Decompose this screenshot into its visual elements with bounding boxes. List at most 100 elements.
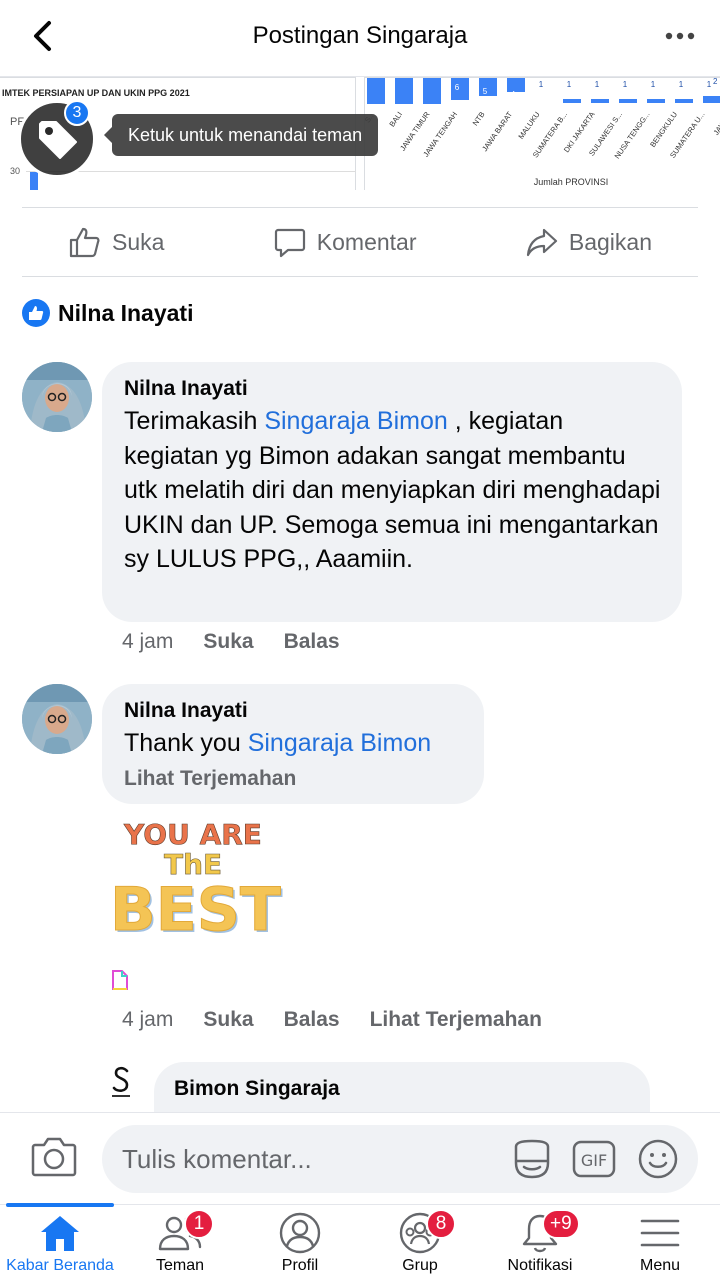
chart-bar: [591, 99, 609, 103]
see-translation-button[interactable]: Lihat Terjemahan: [370, 1008, 542, 1032]
back-button[interactable]: [22, 16, 62, 56]
chart-value-label: 1: [567, 80, 572, 89]
sticker-you-are-the-best[interactable]: YOU ARE ThE BEST BEST: [110, 812, 290, 947]
chart-value-label: 1: [623, 80, 628, 89]
chart-bar: [647, 99, 665, 103]
chart-category-label: BALI: [387, 110, 404, 128]
comment-author[interactable]: Nilna Inayati: [124, 698, 464, 724]
see-translation-link[interactable]: Lihat Terjemahan: [124, 767, 464, 791]
bimon-logo-icon: [112, 1066, 130, 1097]
camera-button[interactable]: [30, 1135, 80, 1181]
chart-bar: [507, 78, 525, 92]
chart-x-title: Jumlah PROVINSI: [534, 177, 609, 187]
nav-label: Menu: [639, 1257, 681, 1274]
comment-meta: 4 jam Suka Balas Lihat Terjemahan: [122, 1008, 542, 1032]
post-image-right-panel: 65411111112S...BALIJAWA TIMURJAWA TENGAH…: [364, 77, 720, 190]
tag-tooltip: Ketuk untuk menandai teman: [103, 114, 379, 156]
share-button[interactable]: Bagikan: [479, 225, 698, 259]
chart-category-label: BENGKULU: [648, 110, 679, 149]
chart-bar: [395, 78, 413, 104]
chart-bar: [619, 99, 637, 103]
nav-label: Kabar Beranda: [6, 1257, 114, 1274]
notifications-badge: +9: [542, 1209, 580, 1239]
comment-bubble[interactable]: Nilna Inayati Terimakasih Singaraja Bimo…: [102, 362, 682, 622]
comment-time: 4 jam: [122, 630, 174, 653]
comment-author[interactable]: Nilna Inayati: [124, 376, 662, 402]
province-chart: 65411111112S...BALIJAWA TIMURJAWA TENGAH…: [365, 78, 720, 187]
camera-icon: [31, 1137, 77, 1177]
gif-icon: GIF: [572, 1140, 616, 1178]
mention-link[interactable]: Singaraja Bimon: [248, 729, 431, 757]
chart-value-label: 1: [707, 80, 712, 89]
profile-photo-icon: [22, 684, 92, 754]
comment-author[interactable]: Bimon Singaraja: [174, 1076, 630, 1102]
nav-groups[interactable]: 8 Grup: [360, 1205, 480, 1280]
comment-button[interactable]: Komentar: [227, 225, 463, 259]
chart-bar: [479, 78, 497, 96]
sticker-line-1: YOU ARE: [123, 818, 262, 851]
chart-category-label: JAWA...: [712, 110, 720, 137]
post-image-title: IMTEK PERSIAPAN UP DAN UKIN PPG 2021: [2, 88, 190, 98]
chart-value-label: 6: [455, 83, 460, 92]
smiley-icon: [638, 1139, 678, 1179]
comment-like-button[interactable]: Suka: [203, 1008, 253, 1032]
avatar[interactable]: [106, 1064, 136, 1100]
thumbs-up-icon: [69, 227, 100, 258]
comment-reply-button[interactable]: Balas: [284, 630, 340, 654]
chart-value-label: 5: [483, 87, 488, 96]
like-reaction-icon: [22, 299, 50, 327]
chart-bar: [563, 99, 581, 103]
avatar[interactable]: [22, 684, 92, 754]
comment-label: Komentar: [316, 228, 417, 255]
chart-category-label: MALUKU: [516, 110, 541, 141]
post-image-axis-value: 30: [10, 166, 21, 176]
chart-value-label: 2: [713, 78, 718, 86]
likes-summary[interactable]: Nilna Inayati: [22, 296, 193, 330]
share-label: Bagikan: [568, 228, 652, 255]
chart-category-label: NTB: [471, 110, 487, 127]
groups-badge: 8: [426, 1209, 456, 1239]
nav-friends[interactable]: 1 Teman: [120, 1205, 240, 1280]
post-image-bar: [30, 172, 38, 190]
more-options-button[interactable]: [660, 20, 700, 52]
profile-icon: [277, 1211, 323, 1255]
sticker-file-icon: [112, 970, 128, 990]
nav-label: Profil: [281, 1257, 319, 1274]
nav-label: Notifikasi: [507, 1257, 573, 1274]
nav-profile[interactable]: Profil: [240, 1205, 360, 1280]
nav-label: Grup: [402, 1257, 438, 1274]
chart-value-label: 1: [679, 80, 684, 89]
comment-time: 4 jam: [122, 1008, 174, 1031]
share-icon: [526, 228, 557, 257]
comment-meta: 4 jam Suka Balas: [122, 630, 340, 654]
chevron-left-icon: [34, 21, 51, 51]
gif-button[interactable]: GIF: [572, 1137, 616, 1181]
nav-notifications[interactable]: +9 Notifikasi: [480, 1205, 600, 1280]
avatar-sticker-icon: [514, 1139, 550, 1179]
nav-label: Teman: [155, 1257, 205, 1274]
bottom-nav: Kabar Beranda 1 Teman Profil 8 Grup +9 N…: [0, 1203, 720, 1280]
avatar[interactable]: [22, 362, 92, 432]
comment-text: Thank you Singaraja Bimon: [124, 729, 432, 757]
chart-bar: [367, 78, 385, 104]
comment-like-button[interactable]: Suka: [203, 630, 253, 654]
mention-link[interactable]: Singaraja Bimon: [264, 407, 447, 435]
svg-text:GIF: GIF: [581, 1151, 607, 1170]
chart-bar: [423, 78, 441, 104]
comment-reply-button[interactable]: Balas: [284, 1008, 340, 1032]
page-title: Postingan Singaraja: [252, 22, 468, 49]
hamburger-icon: [637, 1211, 683, 1255]
nav-home[interactable]: Kabar Beranda: [0, 1203, 120, 1280]
chart-bar: [675, 99, 693, 103]
profile-photo-icon: [22, 362, 92, 432]
like-button[interactable]: Suka: [22, 225, 210, 259]
nav-menu[interactable]: Menu: [600, 1205, 720, 1280]
comment-compose-bar: GIF: [0, 1112, 720, 1204]
emoji-button[interactable]: [636, 1137, 680, 1181]
avatar-sticker-button[interactable]: [510, 1137, 554, 1181]
like-label: Suka: [112, 228, 165, 255]
sticker-line-3: BEST: [110, 875, 281, 942]
comment-bubble[interactable]: Nilna Inayati Thank you Singaraja Bimon …: [102, 684, 484, 804]
top-bar: Postingan Singaraja: [0, 0, 720, 72]
chart-value-label: 1: [651, 80, 656, 89]
